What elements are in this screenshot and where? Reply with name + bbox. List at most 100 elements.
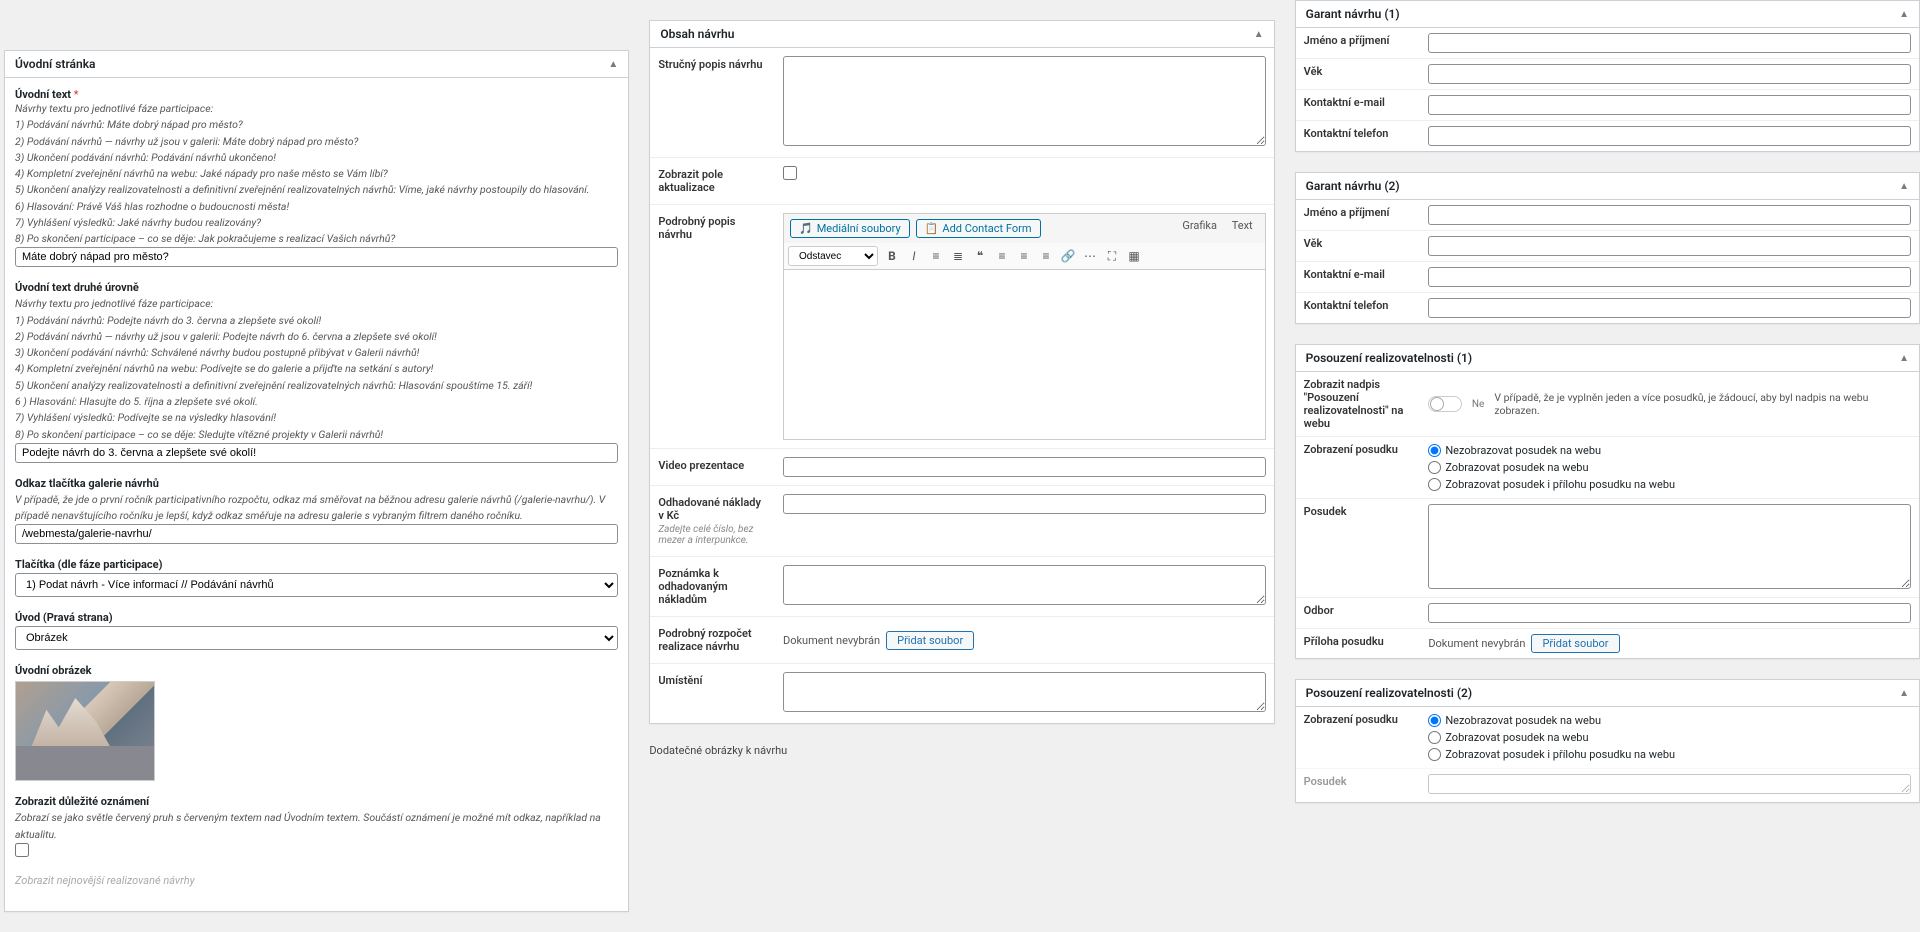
panel-toggle[interactable]: ▲ [1899, 181, 1909, 192]
field-label: Zobrazit pole aktualizace [650, 158, 775, 204]
posudek2-radio-show-attach[interactable] [1428, 748, 1441, 761]
link-icon[interactable]: 🔗 [1060, 248, 1076, 264]
field-label: Jméno a příjmení [1296, 200, 1421, 230]
hint-line: 1) Podávání návrhů: Podejte návrh do 3. … [15, 313, 618, 329]
cost-input[interactable] [783, 494, 1266, 514]
add-file-button[interactable]: Přidat soubor [886, 631, 974, 650]
list-ul-icon[interactable]: ≡ [928, 248, 944, 264]
field-label: Video prezentace [650, 449, 775, 485]
panel-toggle[interactable]: ▲ [1899, 353, 1909, 364]
panel-toggle[interactable]: ▲ [1899, 688, 1909, 699]
field-label: Zobrazit nadpis "Posouzení realizovateln… [1296, 372, 1421, 436]
hint-line: 2) Podávání návrhů — návrhy už jsou v ga… [15, 134, 618, 150]
tab-visual[interactable]: Grafika [1176, 217, 1223, 234]
posudek-radio-show[interactable] [1428, 461, 1441, 474]
field-label: Posudek [1296, 769, 1421, 802]
tab-text[interactable]: Text [1226, 217, 1259, 234]
field-label: Jméno a příjmení [1296, 28, 1421, 58]
field-label: Stručný popis návrhu [650, 48, 775, 157]
guarantor1-phone-input[interactable] [1428, 126, 1911, 146]
toolbar-toggle-icon[interactable]: ▦ [1126, 248, 1142, 264]
form-icon: 📋 [925, 222, 939, 235]
posudek-radio-hide[interactable] [1428, 444, 1441, 457]
intro-text2-input[interactable] [15, 443, 618, 463]
guarantor1-email-input[interactable] [1428, 95, 1911, 115]
add-contact-form-button[interactable]: 📋Add Contact Form [916, 219, 1041, 238]
guarantor1-name-input[interactable] [1428, 33, 1911, 53]
field-label: Úvodní text druhé úrovně [15, 281, 618, 294]
gallery-link-input[interactable] [15, 524, 618, 544]
field-label: Posudek [1296, 499, 1421, 597]
posudek2-radio-hide[interactable] [1428, 714, 1441, 727]
guarantor2-age-input[interactable] [1428, 236, 1911, 256]
show-heading-switch[interactable] [1428, 396, 1462, 412]
panel-title: Garant návrhu (2) [1306, 179, 1400, 193]
show-update-checkbox[interactable] [783, 166, 797, 180]
panel-toggle[interactable]: ▲ [1254, 29, 1264, 40]
field-label: Věk [1296, 231, 1421, 261]
intro-right-select[interactable]: Obrázek [15, 626, 618, 650]
hint-line: 8) Po skončení participace – co se děje:… [15, 231, 618, 247]
video-input[interactable] [783, 457, 1266, 477]
field-label: Věk [1296, 59, 1421, 89]
field-label: Tlačítka (dle fáze participace) [15, 558, 618, 571]
rich-editor[interactable] [783, 270, 1266, 440]
hint-line: 3) Ukončení podávání návrhů: Schválené n… [15, 345, 618, 361]
add-media-button[interactable]: 🎵Mediální soubory [790, 219, 910, 238]
posudek1-textarea[interactable] [1428, 504, 1911, 589]
field-label: Úvod (Pravá strana) [15, 611, 618, 624]
guarantor2-email-input[interactable] [1428, 267, 1911, 287]
location-textarea[interactable] [783, 672, 1266, 712]
hint-line: 3) Ukončení podávání návrhů: Podávání ná… [15, 150, 618, 166]
intro-text-input[interactable] [15, 247, 618, 267]
required-mark: * [74, 88, 79, 101]
guarantor1-age-input[interactable] [1428, 64, 1911, 84]
field-label: Odhadované náklady v Kč Zadejte celé čís… [650, 486, 775, 556]
hint-lead: Návrhy textu pro jednotlivé fáze partici… [15, 296, 618, 312]
buttons-select[interactable]: 1) Podat návrh - Více informací // Podáv… [15, 573, 618, 597]
field-label: Odbor [1296, 598, 1421, 628]
show-announcement-checkbox[interactable] [15, 843, 29, 857]
align-center-icon[interactable]: ≡ [1016, 248, 1032, 264]
field-label: Zobrazení posudku [1296, 707, 1421, 768]
guarantor2-name-input[interactable] [1428, 205, 1911, 225]
short-desc-textarea[interactable] [783, 56, 1266, 146]
hint-line: 4) Kompletní zveřejnění návrhů na webu: … [15, 361, 618, 377]
no-file-text: Dokument nevybrán [783, 634, 880, 647]
add-file-button[interactable]: Přidat soubor [1531, 634, 1619, 653]
field-label: Odkaz tlačítka galerie návrhů [15, 477, 618, 490]
list-ol-icon[interactable]: ≣ [950, 248, 966, 264]
italic-icon[interactable]: I [906, 248, 922, 264]
align-left-icon[interactable]: ≡ [994, 248, 1010, 264]
fullscreen-icon[interactable]: ⛶ [1104, 248, 1120, 264]
panel-title: Posouzení realizovatelnosti (2) [1306, 686, 1472, 700]
hint-line: 5) Ukončení analýzy realizovatelnosti a … [15, 182, 618, 198]
guarantor2-phone-input[interactable] [1428, 298, 1911, 318]
format-select[interactable]: Odstavec [788, 246, 878, 266]
panel-toggle[interactable]: ▲ [608, 59, 618, 70]
hint-line: 4) Kompletní zveřejnění návrhů na webu: … [15, 166, 618, 182]
panel-toggle[interactable]: ▲ [1899, 9, 1909, 20]
hint-line: 5) Ukončení analýzy realizovatelnosti a … [15, 378, 618, 394]
panel-title: Posouzení realizovatelnosti (1) [1306, 351, 1472, 365]
cost-note-textarea[interactable] [783, 565, 1266, 605]
panel-title: Úvodní stránka [15, 57, 96, 71]
posudek2-textarea[interactable] [1428, 774, 1911, 794]
odbor-input[interactable] [1428, 603, 1911, 623]
quote-icon[interactable]: ❝ [972, 248, 988, 264]
intro-image-thumbnail[interactable] [15, 681, 155, 781]
panel-title: Obsah návrhu [660, 27, 734, 41]
field-label: Poznámka k odhadovaným nákladům [650, 557, 775, 616]
align-right-icon[interactable]: ≡ [1038, 248, 1054, 264]
more-icon[interactable]: ⋯ [1082, 248, 1098, 264]
posudek2-radio-show[interactable] [1428, 731, 1441, 744]
bold-icon[interactable]: B [884, 248, 900, 264]
posudek-radio-show-attach[interactable] [1428, 478, 1441, 491]
field-label: Zobrazení posudku [1296, 437, 1421, 498]
hint-line: 6 ) Hlasování: Hlasujte do 5. října a zl… [15, 394, 618, 410]
hint: Zobrazí se jako světle červený pruh s če… [15, 810, 618, 843]
media-icon: 🎵 [799, 222, 813, 235]
switch-state: Ne [1472, 399, 1484, 410]
field-label: Zobrazit důležité oznámení [15, 795, 618, 808]
hint-line: 8) Po skončení participace – co se děje:… [15, 427, 618, 443]
